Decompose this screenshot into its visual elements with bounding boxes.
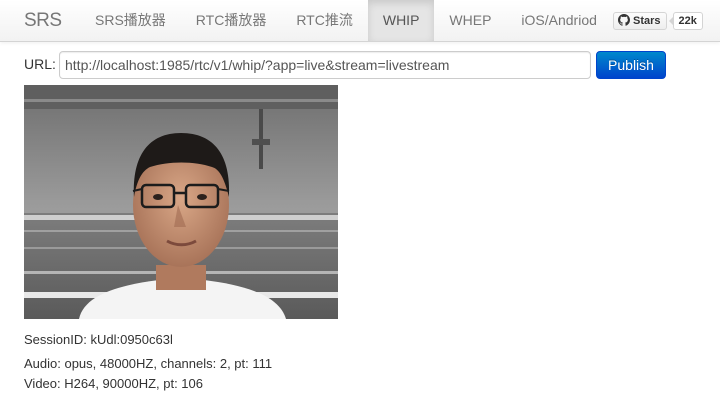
url-label: URL:	[24, 56, 56, 72]
publish-button[interactable]: Publish	[596, 51, 666, 79]
session-id-text: SessionID: kUdl:0950c63l	[24, 332, 173, 347]
nav-item-ios-android[interactable]: iOS/Andriod	[506, 0, 611, 41]
nav-item-whep[interactable]: WHEP	[434, 0, 506, 41]
github-stars-widget: Stars 22k	[613, 12, 703, 30]
github-stars-count[interactable]: 22k	[668, 12, 703, 30]
url-input[interactable]	[59, 51, 591, 79]
github-stars-label: Stars	[633, 15, 661, 27]
brand-logo[interactable]: SRS	[24, 10, 62, 32]
nav-item-rtc-player[interactable]: RTC播放器	[181, 0, 282, 41]
nav-menu: SRS播放器 RTC播放器 RTC推流 WHIP WHEP iOS/Andrio…	[80, 0, 612, 41]
github-stars-button[interactable]: Stars	[613, 12, 667, 30]
github-icon	[618, 13, 630, 29]
video-preview[interactable]	[24, 85, 338, 319]
audio-info-text: Audio: opus, 48000HZ, channels: 2, pt: 1…	[24, 356, 273, 371]
nav-item-whip[interactable]: WHIP	[367, 0, 435, 41]
nav-item-srs-player[interactable]: SRS播放器	[80, 0, 181, 41]
nav-item-rtc-publish[interactable]: RTC推流	[281, 0, 368, 41]
top-navbar: SRS SRS播放器 RTC播放器 RTC推流 WHIP WHEP iOS/An…	[0, 0, 720, 42]
video-info-text: Video: H264, 90000HZ, pt: 106	[24, 376, 203, 391]
camera-preview-image	[24, 85, 338, 319]
